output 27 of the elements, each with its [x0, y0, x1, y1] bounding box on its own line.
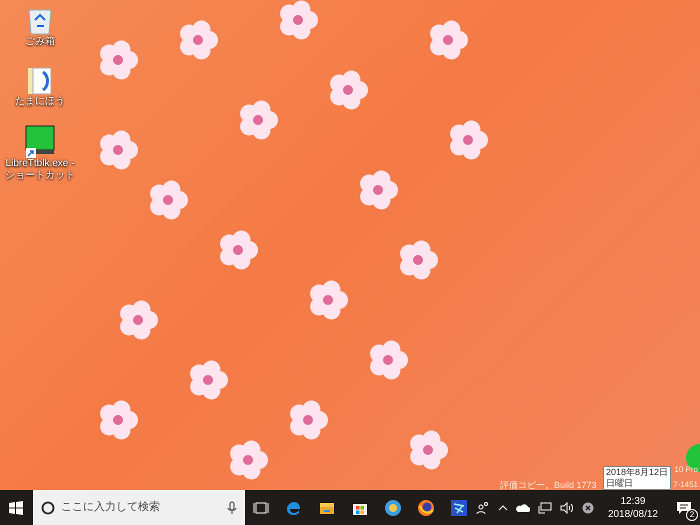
microphone-icon[interactable]: [226, 500, 237, 514]
speaker-icon[interactable]: [560, 502, 574, 514]
people-icon[interactable]: [476, 500, 490, 514]
fox-globe-icon[interactable]: [416, 498, 436, 518]
search-field[interactable]: ここに入力して検索: [32, 490, 245, 525]
search-input[interactable]: ここに入力して検索: [60, 499, 221, 516]
chevron-up-icon[interactable]: [498, 504, 508, 512]
notification-icon[interactable]: [676, 500, 692, 514]
windows-logo-icon: [9, 500, 24, 514]
app-shortcut-icon: [24, 124, 56, 158]
clock-date: 2018/08/12: [608, 508, 658, 520]
close-circle-icon[interactable]: [582, 502, 594, 514]
cloud-icon[interactable]: [516, 502, 530, 512]
search-circle-icon: [40, 500, 55, 514]
notification-count-badge: 2: [686, 508, 698, 520]
desktop-icon-label[interactable]: たまにほう: [15, 96, 65, 108]
network-icon[interactable]: [538, 502, 552, 514]
tooltip-date: 2018年8月12日: [606, 467, 668, 478]
app-icon[interactable]: [449, 498, 470, 518]
desktop-icon-label[interactable]: ごみ箱: [25, 36, 55, 48]
watermark-text: 7-1451: [673, 479, 698, 491]
clock-button[interactable]: 12:39 2018/08/12: [602, 494, 664, 520]
globe-icon[interactable]: [383, 498, 404, 518]
desktop-icon-label[interactable]: LibreTtblk.exe - ショートカット: [2, 158, 78, 182]
tooltip-weekday: 日曜日: [606, 478, 634, 489]
clock-time: 12:39: [620, 494, 646, 508]
watermark-text: 評価コピー。Build 1773: [500, 479, 597, 492]
